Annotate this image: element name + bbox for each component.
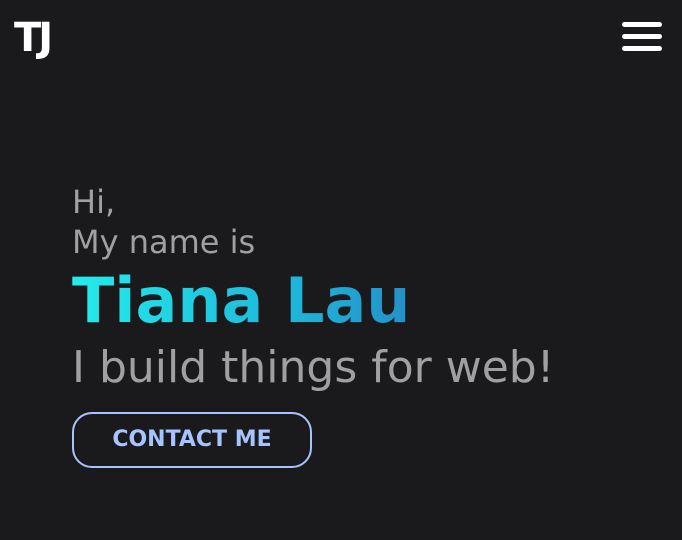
- logo[interactable]: TJ: [14, 14, 53, 62]
- hamburger-menu-icon[interactable]: [618, 18, 666, 58]
- menu-bar: [622, 34, 662, 39]
- hero-section: Hi, My name is Tiana Lau I build things …: [72, 182, 554, 468]
- greeting-line-1: Hi,: [72, 183, 116, 221]
- menu-bar: [622, 22, 662, 27]
- hero-tagline: I build things for web!: [72, 342, 555, 393]
- hero-name: Tiana Lau: [72, 266, 554, 336]
- page: TJ Hi, My name is Tiana Lau I build thin…: [0, 0, 682, 540]
- greeting-line-2: My name is: [72, 223, 256, 261]
- menu-bar: [622, 46, 662, 51]
- contact-me-button[interactable]: CONTACT ME: [72, 412, 312, 468]
